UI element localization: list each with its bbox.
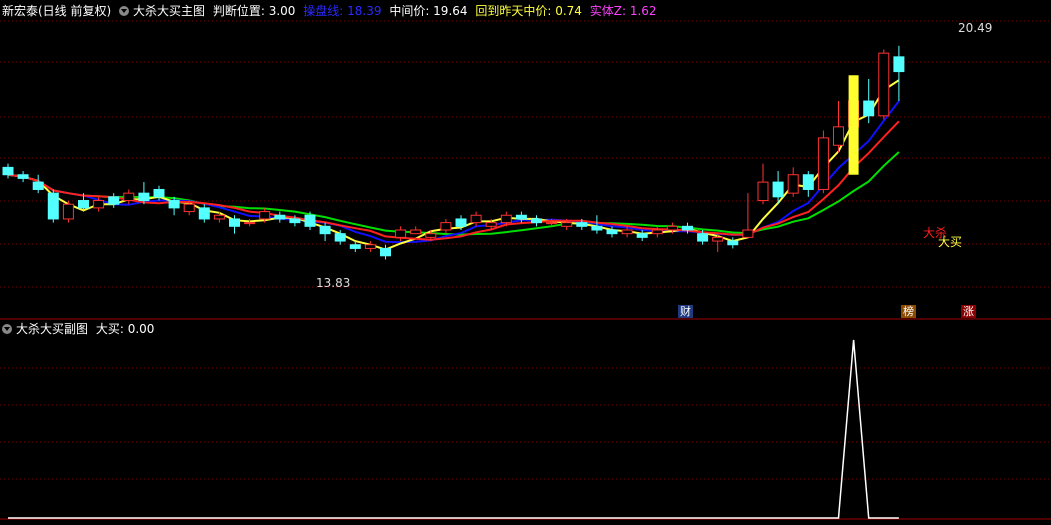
candle-body [123,192,135,202]
sub-indicator-name[interactable]: 大杀大买副图 [16,322,88,336]
chart-canvas [0,20,1051,520]
candle-body [274,214,286,220]
candle-body [47,192,59,220]
candle-body [455,218,467,227]
ma-mid-line [7,100,900,244]
candle-body [213,214,225,220]
mid-price-value: 中间价: 19.64 [389,4,468,18]
candle-body [17,174,29,179]
candle-body [78,200,89,209]
candle-body [833,126,844,146]
candle-body [606,229,618,235]
line-value: 操盘线: 18.39 [303,4,382,18]
sub-value: 大买: 0.00 [95,322,155,336]
candle-body [334,233,346,242]
sub-signal-line [8,339,899,519]
stock-name[interactable]: 新宏泰(日线 前复权) [2,4,111,18]
candle-body [878,52,890,117]
main-header: 新宏泰(日线 前复权) 大杀大买主图 判断位置: 3.00 操盘线: 18.39… [2,2,661,20]
candle-body [500,214,512,224]
candle-body [349,244,361,249]
candle-body [697,233,709,242]
candle-body [636,233,648,238]
judge-value: 判断位置: 3.00 [212,4,296,18]
candle-body [742,229,754,238]
candle-body [153,188,165,198]
candle-body [304,214,316,227]
candle-body [289,218,301,224]
candle-body [62,203,74,220]
candle-body [515,214,527,220]
candle-body [787,174,799,194]
candle-body [32,181,44,190]
badge-cai[interactable]: 财 [678,305,693,318]
candle-body [893,56,905,73]
low-label: 13.83 [316,276,351,290]
candle-body [757,181,769,202]
candle-body [546,222,558,225]
candle-body [621,229,633,235]
candle-body [772,181,784,198]
badge-zhang[interactable]: 涨 [961,305,976,318]
candle-body [380,247,391,257]
candle-body [651,229,663,235]
candle-body [138,192,150,202]
candle-body [727,240,739,246]
candle-body [410,229,422,235]
candle-body [319,225,331,235]
candle-body [485,222,497,227]
dropdown-icon[interactable] [2,324,12,334]
candle-body [802,174,814,190]
buy-signal-bar [848,75,859,175]
candle-body [168,200,180,209]
candle-body [93,200,105,209]
candle-body [531,218,542,224]
indicator-name[interactable]: 大杀大买主图 [133,4,205,18]
trend-line [7,120,900,241]
candle-body [682,225,693,231]
candle-body [863,100,875,117]
sub-header: 大杀大买副图 大买: 0.00 [2,320,158,338]
entity-value: 实体Z: 1.62 [589,4,657,18]
candle-body [440,222,452,231]
badge-bang[interactable]: 榜 [901,305,916,318]
candle-body [591,225,603,231]
high-label: 20.49 [958,21,993,35]
candle-body [2,166,14,176]
candle-body [561,222,573,227]
candle-body [244,222,256,225]
candle-body [666,225,678,231]
candle-body [229,218,240,227]
candle-body [108,196,120,205]
candle-body [364,244,376,249]
candle-body [183,203,195,213]
candle-body [198,207,210,220]
buy-signal-label: 大买 [938,235,963,249]
ma-short-line [7,79,900,251]
back-mid-value: 回到昨天中价: 0.74 [475,4,582,18]
candle-body [712,236,724,242]
candle-body [425,233,437,238]
candle-body [817,137,829,190]
dropdown-icon[interactable] [119,6,130,16]
candle-body [470,214,482,224]
candle-body [395,229,407,238]
candle-body [259,211,271,220]
candle-body [576,222,588,227]
